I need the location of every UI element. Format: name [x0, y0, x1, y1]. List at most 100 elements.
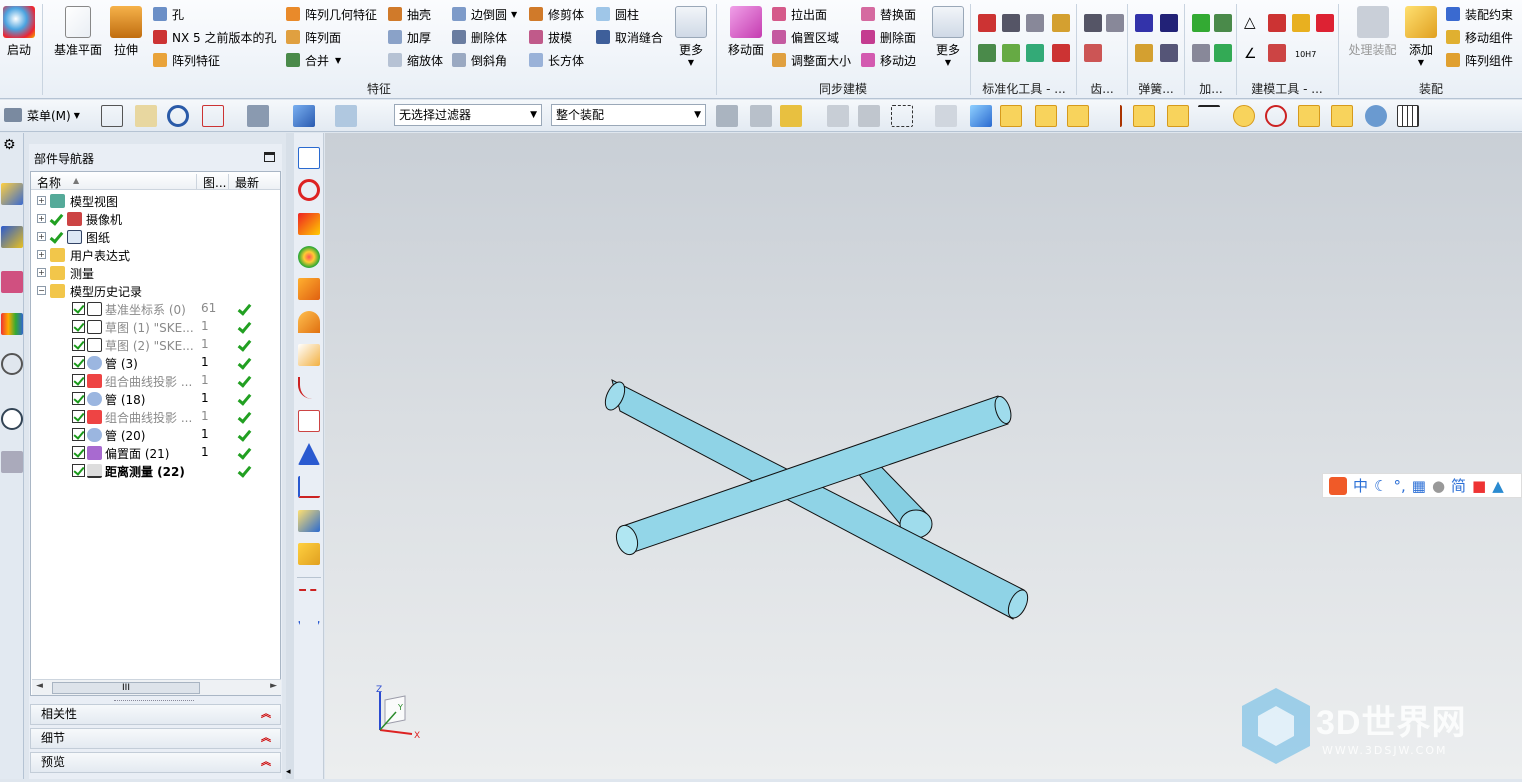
section-dependencies[interactable]: 相关性 ︽ [30, 704, 281, 725]
snap-center-icon[interactable] [1233, 105, 1255, 127]
body-select-icon[interactable] [970, 105, 992, 127]
settings-gear-icon[interactable]: ⚙ [3, 137, 16, 153]
tree-row-tube-3[interactable]: 管 (3) 1 [31, 354, 280, 372]
section-preview[interactable]: 预览 ︽ [30, 752, 281, 773]
solid-body-icon[interactable] [298, 278, 320, 300]
visibility-checkbox[interactable] [72, 338, 85, 351]
snap-endpoint-icon[interactable] [1000, 105, 1022, 127]
start-button[interactable]: 启动 [3, 6, 35, 58]
component-icon[interactable] [298, 510, 320, 532]
sheet-body-icon[interactable] [298, 311, 320, 333]
expand-icon[interactable]: + [37, 250, 46, 259]
visibility-checkbox[interactable] [72, 446, 85, 459]
display-mode-icon[interactable] [335, 105, 357, 127]
scroll-right-icon[interactable]: ► [270, 681, 277, 691]
visibility-checkbox[interactable] [72, 302, 85, 315]
tree-row-user-expressions[interactable]: + 用户表达式 [31, 246, 280, 264]
selection-filter-dropdown[interactable]: 无选择过滤器 ▼ [394, 104, 542, 126]
quick-pick-icon[interactable] [298, 147, 320, 169]
reuse-library-icon[interactable] [1, 313, 23, 335]
angle-measure-icon[interactable] [298, 621, 320, 643]
ime-simplified[interactable]: 简 [1451, 475, 1466, 496]
tree-row-tube-20[interactable]: 管 (20) 1 [31, 426, 280, 444]
fit-view-icon[interactable] [101, 105, 123, 127]
snap-icon[interactable] [827, 105, 849, 127]
snap-spline-icon[interactable] [1167, 105, 1189, 127]
scroll-left-icon[interactable]: ◄ [36, 681, 43, 691]
ime-moon-icon[interactable]: ☾ [1374, 477, 1387, 495]
snap-intersection-icon[interactable] [1298, 105, 1320, 127]
section-details[interactable]: 细节 ︽ [30, 728, 281, 749]
general-select-icon[interactable] [750, 105, 772, 127]
snap-midpoint-icon[interactable] [1067, 105, 1089, 127]
cancel-icon[interactable] [298, 179, 320, 201]
maximize-icon[interactable] [264, 152, 275, 162]
tree-row-model-views[interactable]: + 模型视图 [31, 192, 280, 210]
filter-icon[interactable] [780, 105, 802, 127]
expand-icon[interactable]: + [37, 232, 46, 241]
visibility-checkbox[interactable] [72, 428, 85, 441]
pan-icon[interactable] [135, 105, 157, 127]
tree-row-sketch-1[interactable]: 草图 (1) "SKE... 1 [31, 318, 280, 336]
visibility-checkbox[interactable] [72, 464, 85, 477]
move-select-icon[interactable] [858, 105, 880, 127]
tree-row-offset-face[interactable]: 偏置面 (21) 1 [31, 444, 280, 462]
tree-row-drawings[interactable]: + 图纸 [31, 228, 280, 246]
expand-icon[interactable]: + [37, 214, 46, 223]
system-material-icon[interactable] [1, 451, 23, 473]
selection-filter-icon[interactable] [298, 213, 320, 235]
csys-icon[interactable] [298, 476, 320, 498]
collapse-arrow-icon[interactable]: ◂ [286, 767, 291, 777]
selection-scope-dropdown[interactable]: 整个装配 ▼ [551, 104, 706, 126]
expand-icon[interactable]: + [37, 196, 46, 205]
tree-row-curve-projection-1[interactable]: 组合曲线投影 ... 1 [31, 372, 280, 390]
datum-icon[interactable] [298, 443, 320, 465]
tree-row-sketch-2[interactable]: 草图 (2) "SKE... 1 [31, 336, 280, 354]
ime-user-icon[interactable]: ● [1432, 477, 1445, 495]
orient-view-icon[interactable] [293, 105, 315, 127]
col-name-header[interactable]: 名称 [37, 174, 61, 191]
ime-toolbar[interactable]: 中 ☾ °, ▦ ● 简 ■ ▲ [1322, 473, 1522, 498]
component-select-icon[interactable] [935, 105, 957, 127]
tree-row-camera[interactable]: + 摄像机 [31, 210, 280, 228]
tree-horizontal-scrollbar[interactable]: ◄ III ► [32, 679, 281, 695]
navigator-resize-bar[interactable]: ◂ [286, 133, 294, 779]
snap-tangent-icon[interactable] [1198, 105, 1220, 127]
edge-icon[interactable] [298, 410, 320, 432]
visibility-checkbox[interactable] [72, 392, 85, 405]
snap-on-curve-icon[interactable] [1331, 105, 1353, 127]
tree-row-distance-measure[interactable]: 距离测量 (22) [31, 462, 280, 480]
select-feature-icon[interactable] [716, 105, 738, 127]
graphics-viewport[interactable]: Z X Y [325, 133, 1522, 779]
history-clock-icon[interactable] [1, 408, 23, 430]
constraint-navigator-icon[interactable] [1, 226, 23, 248]
scroll-thumb[interactable]: III [52, 682, 200, 694]
collapse-icon[interactable]: − [37, 286, 46, 295]
ime-punct-icon[interactable]: °, [1393, 477, 1405, 495]
grid-icon[interactable] [1397, 105, 1419, 127]
ime-language[interactable]: 中 [1353, 475, 1368, 496]
snap-quadrant-icon[interactable] [1265, 105, 1287, 127]
tree-row-curve-projection-2[interactable]: 组合曲线投影 ... 1 [31, 408, 280, 426]
menu-button[interactable]: 菜单(M) ▼ [4, 105, 80, 125]
snap-curve-icon[interactable] [1100, 105, 1122, 127]
splitter-grip[interactable] [114, 700, 194, 703]
tree-row-tube-18[interactable]: 管 (18) 1 [31, 390, 280, 408]
visibility-checkbox[interactable] [72, 320, 85, 333]
tree-row-measurement[interactable]: + 测量 [31, 264, 280, 282]
assembly-navigator-icon[interactable] [1, 183, 23, 205]
snap-control-icon[interactable] [1133, 105, 1155, 127]
color-palette-icon[interactable] [298, 246, 320, 268]
col-latest-header[interactable]: 最新 [228, 174, 259, 190]
zoom-icon[interactable] [202, 105, 224, 127]
visibility-checkbox[interactable] [72, 410, 85, 423]
ime-keyboard-icon[interactable]: ▦ [1412, 477, 1426, 495]
ime-skin-icon[interactable]: ▲ [1492, 477, 1504, 495]
col-pic-header[interactable]: 图... [196, 174, 226, 190]
face-icon[interactable] [298, 344, 320, 366]
curve-icon[interactable] [298, 377, 320, 399]
snap-line-icon[interactable] [1035, 105, 1057, 127]
render-style-icon[interactable] [247, 105, 269, 127]
ime-video-icon[interactable]: ■ [1472, 477, 1486, 495]
rotate-icon[interactable] [167, 105, 189, 127]
